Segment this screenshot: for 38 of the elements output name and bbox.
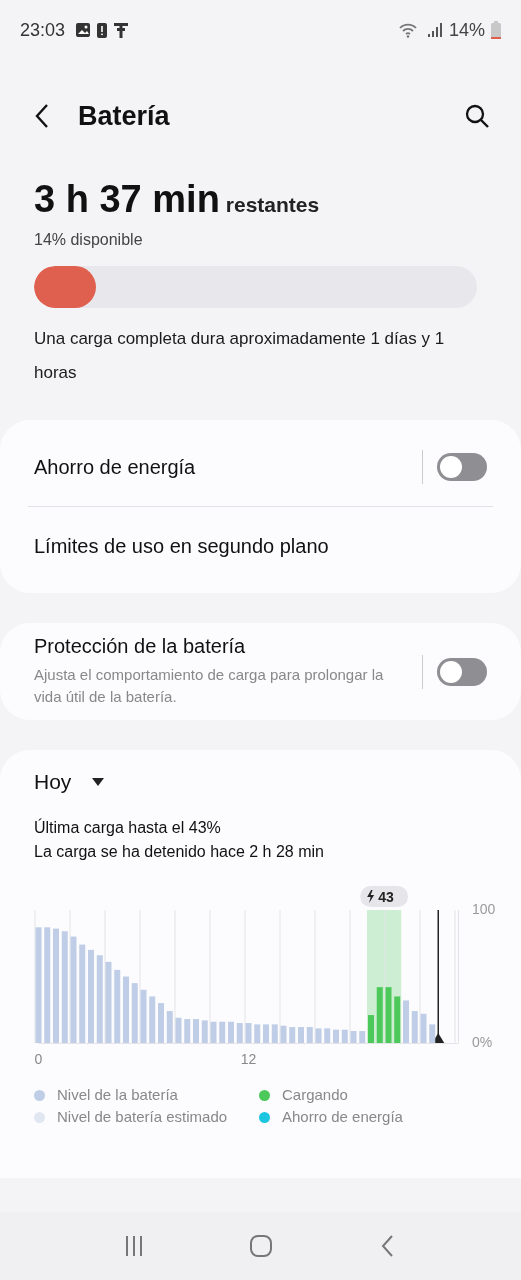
battery-icon bbox=[491, 21, 501, 39]
legend-label: Nivel de la batería bbox=[57, 1085, 178, 1105]
menu-item[interactable]: Límites de uso en segundo plano bbox=[28, 507, 493, 585]
lightning-icon bbox=[367, 890, 375, 903]
page-title: Batería bbox=[78, 100, 170, 132]
image-icon bbox=[75, 22, 92, 38]
setting-description: Ajusta el comportamiento de carga para prolongar la vida útil de la batería. bbox=[34, 665, 385, 707]
toggle-row[interactable]: Protección de la batería Ajusta el comportamiento de carga para prolongar la vida útil de la batería. bbox=[28, 631, 493, 712]
full-charge-note: Una carga completa dura aproximadamente 1 días y 1 horas bbox=[34, 328, 446, 384]
axis-label: 12 bbox=[240, 1051, 257, 1067]
legend-label: Cargando bbox=[282, 1085, 348, 1105]
time-remaining: 3 h 37 min bbox=[34, 178, 220, 221]
axis-label: 100 bbox=[472, 900, 496, 917]
setting-label: Ahorro de energía bbox=[34, 455, 197, 479]
signal-icon bbox=[426, 22, 443, 38]
caret-icon bbox=[91, 777, 106, 787]
charge-stopped-text: La carga se ha detenido hace 2 h 28 min bbox=[34, 842, 325, 862]
battery-percentage: 14% bbox=[448, 19, 485, 41]
status-time: 23:03 bbox=[20, 19, 66, 41]
toggle-switch[interactable] bbox=[437, 453, 487, 481]
axis-label: 0% bbox=[472, 1033, 493, 1050]
toggle-row[interactable]: Ahorro de energía bbox=[28, 428, 493, 506]
search-icon[interactable] bbox=[463, 102, 491, 130]
legend-label: Nivel de batería estimado bbox=[57, 1107, 228, 1127]
home-icon[interactable] bbox=[248, 1234, 273, 1258]
charge-label-bubble bbox=[360, 886, 409, 907]
toggle-switch[interactable] bbox=[437, 657, 487, 686]
period-dropdown[interactable]: Hoy bbox=[34, 770, 106, 794]
battery-alert-icon bbox=[97, 22, 108, 38]
setting-label: Límites de uso en segundo plano bbox=[34, 534, 330, 558]
legend-label: Ahorro de energía bbox=[282, 1107, 403, 1127]
charge-label: 43 bbox=[378, 889, 394, 905]
time-remaining-suffix: restantes bbox=[225, 193, 320, 217]
last-charge-text: Última carga hasta el 43% bbox=[34, 817, 222, 838]
axis-label: 0 bbox=[34, 1051, 43, 1067]
setting-label: Protección de la batería bbox=[34, 635, 247, 658]
antenna-icon bbox=[113, 22, 130, 38]
available-text: 14% disponible bbox=[34, 231, 144, 249]
